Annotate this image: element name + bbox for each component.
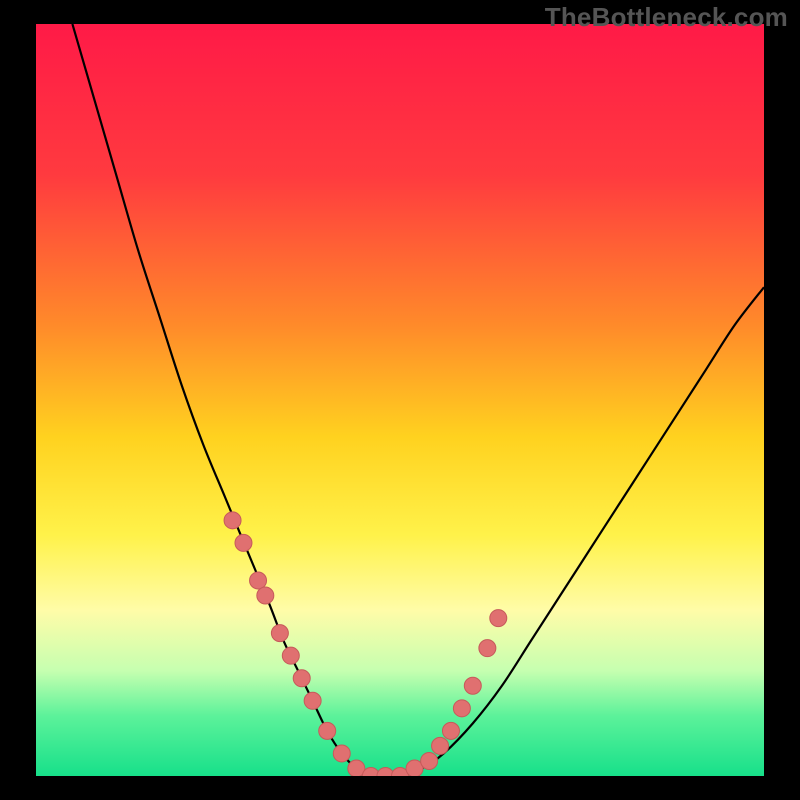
curve-marker: [421, 752, 438, 769]
chart-svg: [36, 24, 764, 776]
curve-marker: [250, 572, 267, 589]
curve-marker: [293, 670, 310, 687]
curve-marker: [333, 745, 350, 762]
curve-marker: [304, 692, 321, 709]
curve-marker: [282, 647, 299, 664]
curve-marker: [442, 722, 459, 739]
curve-marker: [257, 587, 274, 604]
gradient-background: [36, 24, 764, 776]
curve-marker: [319, 722, 336, 739]
watermark-text: TheBottleneck.com: [545, 2, 788, 33]
curve-marker: [224, 512, 241, 529]
curve-marker: [479, 640, 496, 657]
curve-marker: [235, 534, 252, 551]
curve-marker: [271, 625, 288, 642]
chart-frame: TheBottleneck.com: [0, 0, 800, 800]
curve-marker: [464, 677, 481, 694]
plot-area: [36, 24, 764, 776]
curve-marker: [432, 737, 449, 754]
curve-marker: [490, 610, 507, 627]
curve-marker: [453, 700, 470, 717]
